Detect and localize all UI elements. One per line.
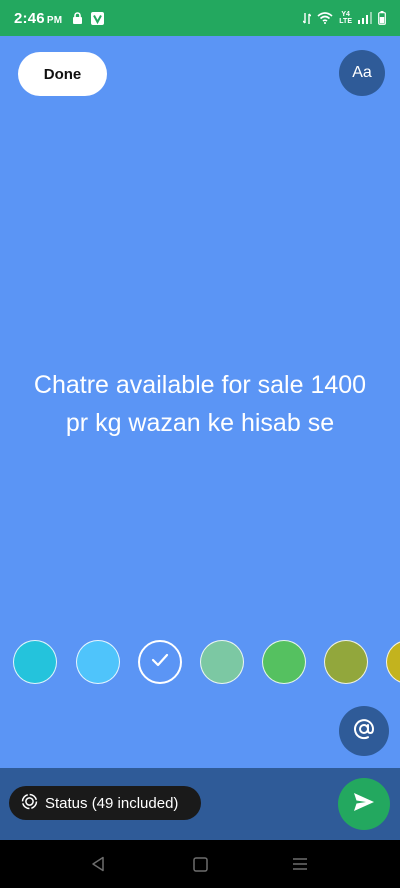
status-bar: 2:46 PM Y4 LTE [0,0,400,36]
network-label-bottom: LTE [339,18,352,25]
system-navigation-bar [0,840,400,888]
menu-icon[interactable] [290,854,310,874]
done-button[interactable]: Done [18,52,107,96]
data-transfer-icon [303,12,312,25]
signal-icon [358,12,372,24]
color-swatch-olive[interactable] [324,640,368,684]
battery-icon [378,11,386,25]
status-audience-label: Status (49 included) [45,794,179,812]
home-icon[interactable] [190,854,210,874]
back-icon[interactable] [88,854,108,874]
bottom-bar: Status (49 included) [0,768,400,840]
color-swatch-mustard[interactable] [386,640,400,684]
status-indicators: Y4 LTE [303,11,386,25]
send-button[interactable] [338,778,390,830]
status-text[interactable]: Chatre available for sale 1400 pr kg waz… [0,366,400,442]
send-icon [353,792,375,817]
color-swatch-light-blue[interactable] [76,640,120,684]
color-swatch-green[interactable] [262,640,306,684]
status-audience-button[interactable]: Status (49 included) [9,786,201,820]
color-swatch-mint[interactable] [200,640,244,684]
status-time: 2:46 PM [14,10,62,27]
color-palette [0,638,400,686]
vpn-app-icon [91,11,105,25]
network-type-indicator: Y4 LTE [339,11,352,25]
mention-button[interactable] [339,706,389,756]
status-time-value: 2:46 [14,9,45,27]
text-status-canvas[interactable]: Done Aa Chatre available for sale 1400 p… [0,36,400,768]
font-style-button[interactable]: Aa [339,50,385,96]
lock-icon [72,12,83,24]
at-sign-icon [352,717,376,746]
network-label-top: Y4 [341,11,350,18]
status-ring-icon [21,793,38,814]
color-swatch-cyan[interactable] [13,640,57,684]
status-time-ampm: PM [46,14,63,26]
color-swatch-selected[interactable] [138,640,182,684]
checkmark-icon [151,653,169,672]
wifi-icon [317,12,333,24]
